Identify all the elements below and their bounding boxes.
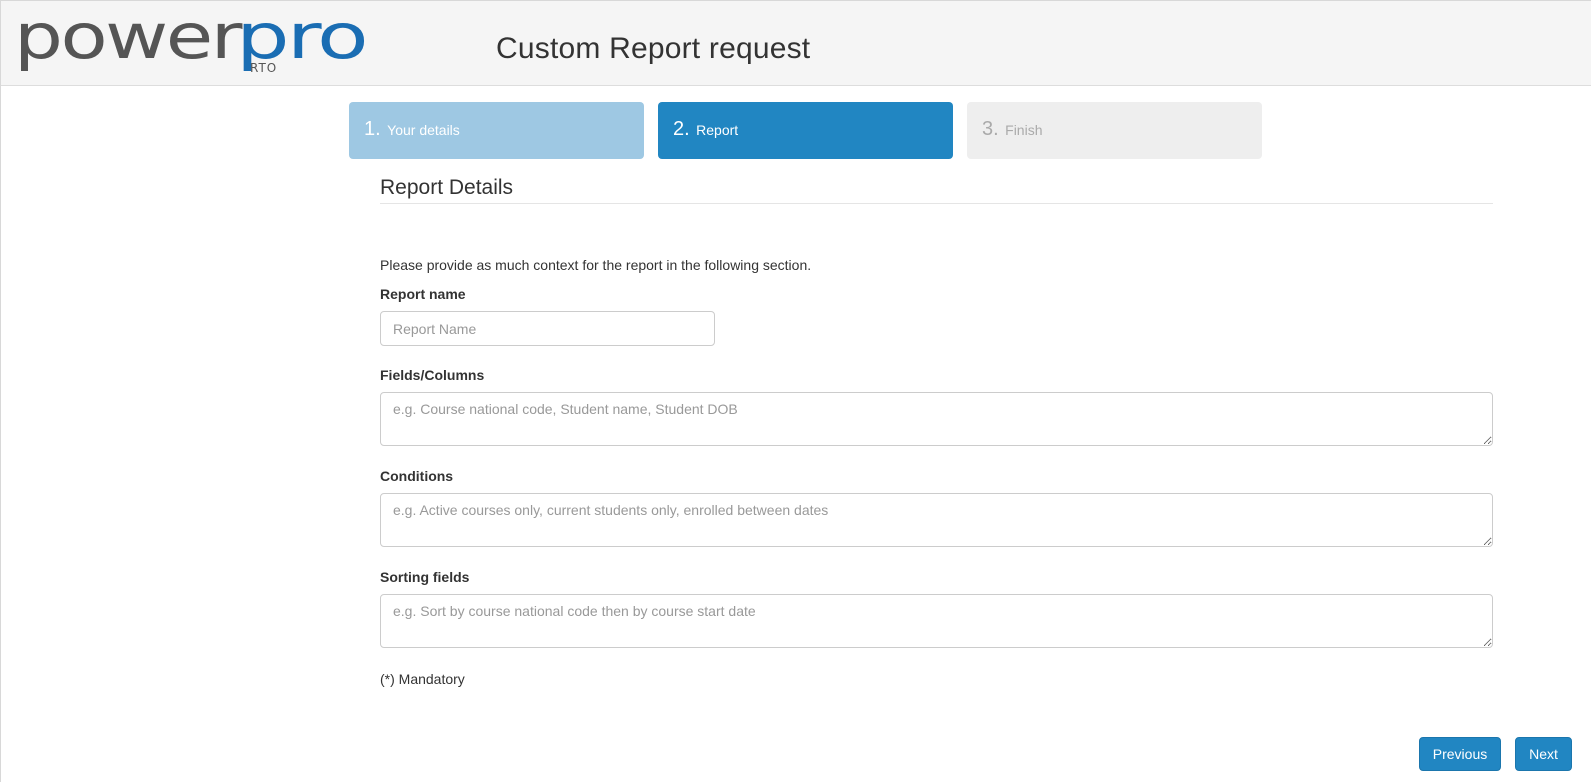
next-button[interactable]: Next xyxy=(1515,737,1572,771)
step-finish: 3. Finish xyxy=(967,102,1262,159)
step-report[interactable]: 2. Report xyxy=(658,102,953,159)
step-label: Report xyxy=(696,122,739,138)
mandatory-note: (*) Mandatory xyxy=(380,671,465,687)
step-number: 2. xyxy=(673,118,690,140)
sorting-fields-label: Sorting fields xyxy=(380,569,470,585)
report-name-label: Report name xyxy=(380,286,466,302)
section-divider xyxy=(380,203,1493,204)
step-your-details[interactable]: 1. Your details xyxy=(349,102,644,159)
fields-columns-label: Fields/Columns xyxy=(380,367,485,383)
sorting-fields-textarea[interactable] xyxy=(380,594,1493,648)
page-title: Custom Report request xyxy=(496,32,811,65)
section-title: Report Details xyxy=(380,176,514,199)
svg-text:RTO: RTO xyxy=(250,61,277,74)
previous-button[interactable]: Previous xyxy=(1419,737,1501,771)
step-number: 1. xyxy=(364,118,381,140)
step-label: Finish xyxy=(1005,122,1043,138)
report-name-input[interactable] xyxy=(380,311,715,346)
intro-text: Please provide as much context for the r… xyxy=(380,257,812,273)
fields-columns-textarea[interactable] xyxy=(380,392,1493,446)
conditions-label: Conditions xyxy=(380,468,454,484)
step-label: Your details xyxy=(387,122,460,138)
conditions-textarea[interactable] xyxy=(380,493,1493,547)
page-header: power pro RTO Custom Report request xyxy=(0,0,1591,86)
powerpro-logo: power pro RTO xyxy=(14,6,366,74)
step-number: 3. xyxy=(982,118,999,140)
svg-text:power: power xyxy=(14,6,243,73)
